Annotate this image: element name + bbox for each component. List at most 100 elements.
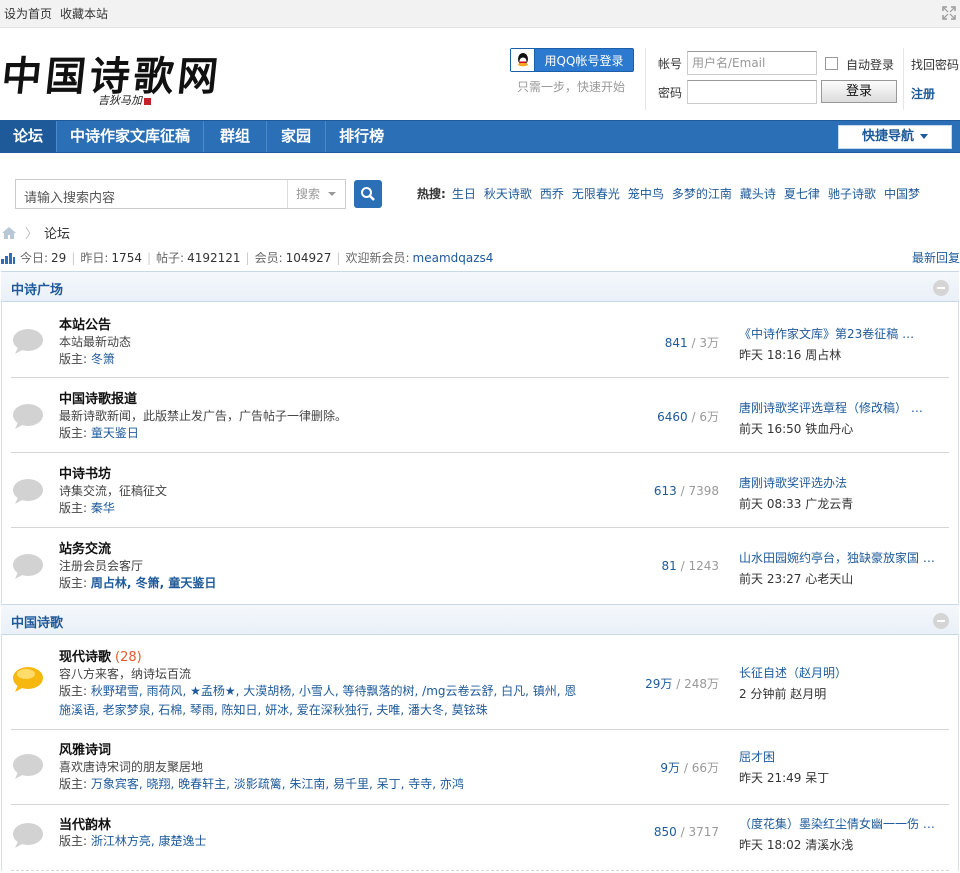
password-input[interactable] xyxy=(687,80,817,104)
section-header: 中诗广场 xyxy=(1,271,959,302)
breadcrumb: 〉 论坛 xyxy=(0,223,70,242)
last-post-link[interactable]: 唐刚诗歌奖评选章程（修改稿） … xyxy=(739,399,923,416)
login-button[interactable]: 登录 xyxy=(821,80,897,103)
new-member-link[interactable]: meamdqazs4 xyxy=(413,251,494,265)
search-button[interactable] xyxy=(354,180,382,208)
hot-search-item[interactable]: 多梦的江南 xyxy=(672,185,732,202)
chat-bubble-icon xyxy=(13,823,43,848)
section-title[interactable]: 中诗广场 xyxy=(11,279,63,298)
search-type-select[interactable]: 搜索 xyxy=(287,180,346,208)
forum-description: 容八方来客，纳诗坛百流 xyxy=(59,667,192,681)
hot-search: 热搜: 生日 秋天诗歌 西乔 无限春光 笼中鸟 多梦的江南 藏头诗 夏七律 驰子… xyxy=(417,185,928,202)
hot-search-item[interactable]: 生日 xyxy=(452,185,476,202)
last-post: 屈才困 昨天 21:49 呆丁 xyxy=(739,748,829,786)
forum-description: 注册会员会客厅 xyxy=(59,559,144,573)
forum-moderators: 版主: 童天鉴日 xyxy=(59,424,139,443)
latest-replies-link[interactable]: 最新回复 xyxy=(912,249,960,266)
hot-search-item[interactable]: 驰子诗歌 xyxy=(828,185,876,202)
moderator-label: 版主: xyxy=(59,501,88,515)
section-body: 本站公告 本站最新动态 版主: 冬箫 841 / 3万 《中诗作家文库》第23卷… xyxy=(1,302,959,603)
last-post-link[interactable]: 屈才困 xyxy=(739,748,829,765)
breadcrumb-current[interactable]: 论坛 xyxy=(44,223,70,242)
thread-count: 841 xyxy=(664,336,688,350)
hot-search-item[interactable]: 西乔 xyxy=(540,185,564,202)
moderator-label: 版主: xyxy=(59,777,88,791)
thread-count: 613 xyxy=(653,484,677,498)
posts-count: 4192121 xyxy=(187,250,241,265)
forum-section: 中诗广场 本站公告 本站最新动态 版主: 冬箫 841 / 3万 《中诗作家文库… xyxy=(1,271,959,603)
collapse-icon[interactable] xyxy=(933,613,949,629)
account-label: 帐号 xyxy=(658,57,683,71)
section-title[interactable]: 中国诗歌 xyxy=(11,612,63,631)
auto-login-label[interactable]: 自动登录 xyxy=(846,56,894,73)
hot-search-item[interactable]: 夏七律 xyxy=(784,185,820,202)
search-input[interactable]: 请输入搜索内容 xyxy=(24,187,115,206)
hot-search-item[interactable]: 藏头诗 xyxy=(740,185,776,202)
chevron-down-icon xyxy=(328,192,336,196)
quick-nav-button[interactable]: 快捷导航 xyxy=(838,125,952,149)
nav-call-for-papers[interactable]: 中诗作家文库征稿 xyxy=(57,121,205,152)
last-post-link[interactable]: 长征自述（赵月明） xyxy=(739,664,847,681)
forum-name[interactable]: 现代诗歌 (28) xyxy=(59,646,142,665)
forum-row: 当代韵林 版主: 浙江林方亮, 康楚逸士 850 / 3717 （度花集）墨染红… xyxy=(11,805,949,871)
last-post-link[interactable]: （度花集）墨染红尘倩女幽一一伤 … xyxy=(739,815,935,832)
moderator-links[interactable]: 浙江林方亮, 康楚逸士 xyxy=(91,834,207,848)
moderator-links[interactable]: 童天鉴日 xyxy=(91,426,139,440)
last-post: 《中诗作家文库》第23卷征稿 … 昨天 18:16 周占林 xyxy=(739,325,914,363)
expand-icon[interactable] xyxy=(942,6,956,20)
forum-name[interactable]: 中诗书坊 xyxy=(59,463,111,482)
chat-bubble-icon xyxy=(13,404,43,429)
forum-row: 站务交流 注册会员会客厅 版主: 周占林, 冬箫, 童天鉴日 81 / 1243… xyxy=(11,528,949,603)
divider: | xyxy=(245,250,250,265)
section-body: 现代诗歌 (28) 容八方来客，纳诗坛百流 版主: 秋野珺雪, 雨荷风, ★孟杨★… xyxy=(1,635,959,871)
chat-bubble-icon xyxy=(13,554,43,579)
nav-home[interactable]: 家园 xyxy=(267,121,327,152)
last-post: 长征自述（赵月明） 2 分钟前 赵月明 xyxy=(739,664,847,702)
search-box: 请输入搜索内容 搜索 xyxy=(15,179,346,209)
posts-label: 帖子: xyxy=(156,251,185,265)
account-input[interactable]: 用户名/Email xyxy=(687,51,817,75)
set-home-link[interactable]: 设为首页 xyxy=(4,5,52,22)
moderator-links[interactable]: 秋野珺雪, 雨荷风, ★孟杨★, 大漠胡杨, 小雪人, 等待飘落的树, /mg云… xyxy=(59,684,576,717)
bookmark-link[interactable]: 收藏本站 xyxy=(60,5,108,22)
last-post-link[interactable]: 唐刚诗歌奖评选办法 xyxy=(739,474,853,491)
forum-description: 喜欢唐诗宋词的朋友聚居地 xyxy=(59,760,204,774)
last-post-meta: 前天 23:27 心老天山 xyxy=(739,572,854,586)
forum-name[interactable]: 站务交流 xyxy=(59,538,111,557)
last-post-meta: 昨天 18:02 清溪水浅 xyxy=(739,838,854,852)
moderator-links[interactable]: 万象宾客, 晓翔, 晚春轩主, 淡影疏篱, 朱江南, 易千里, 呆丁, 寺寺, … xyxy=(91,777,464,791)
hot-search-item[interactable]: 无限春光 xyxy=(572,185,620,202)
main-nav: 论坛 中诗作家文库征稿 群组 家园 排行榜 快捷导航 xyxy=(0,120,960,153)
nav-groups[interactable]: 群组 xyxy=(204,121,268,152)
yesterday-count: 1754 xyxy=(111,250,142,265)
qq-login-button[interactable]: 用QQ帐号登录 xyxy=(510,48,634,72)
forum-name-text[interactable]: 现代诗歌 xyxy=(59,650,111,665)
last-post-link[interactable]: 《中诗作家文库》第23卷征稿 … xyxy=(739,325,914,342)
forum-description: 最新诗歌新闻，此版禁止发广告，广告帖子一律删除。 xyxy=(59,409,348,423)
forum-name[interactable]: 本站公告 xyxy=(59,314,111,333)
last-post: 山水田园婉约亭台，独缺豪放家国 … 前天 23:27 心老天山 xyxy=(739,549,935,587)
last-post: 唐刚诗歌奖评选章程（修改稿） … 前天 16:50 铁血丹心 xyxy=(739,399,923,437)
last-post: 唐刚诗歌奖评选办法 前天 08:33 广龙云青 xyxy=(739,474,853,512)
password-label: 密码 xyxy=(658,86,683,100)
nav-rankings[interactable]: 排行榜 xyxy=(326,121,397,152)
hot-search-item[interactable]: 秋天诗歌 xyxy=(484,185,532,202)
forum-name[interactable]: 当代韵林 xyxy=(59,814,111,833)
quick-nav-label: 快捷导航 xyxy=(861,129,914,144)
hot-search-item[interactable]: 笼中鸟 xyxy=(628,185,664,202)
moderator-links[interactable]: 周占林, 冬箫, 童天鉴日 xyxy=(91,576,216,590)
hot-search-item[interactable]: 中国梦 xyxy=(884,185,920,202)
moderator-links[interactable]: 秦华 xyxy=(91,501,115,515)
moderator-links[interactable]: 冬箫 xyxy=(91,352,115,366)
register-link[interactable]: 注册 xyxy=(911,85,935,102)
find-password-link[interactable]: 找回密码 xyxy=(911,56,959,73)
forum-name[interactable]: 中国诗歌报道 xyxy=(59,388,137,407)
forum-name[interactable]: 风雅诗词 xyxy=(59,739,111,758)
home-icon[interactable] xyxy=(1,226,17,240)
last-post-link[interactable]: 山水田园婉约亭台，独缺豪放家国 … xyxy=(739,549,935,566)
forum-row: 本站公告 本站最新动态 版主: 冬箫 841 / 3万 《中诗作家文库》第23卷… xyxy=(11,302,949,378)
collapse-icon[interactable] xyxy=(933,280,949,296)
nav-forum[interactable]: 论坛 xyxy=(0,121,58,152)
auto-login-checkbox[interactable] xyxy=(825,57,838,70)
qq-login-label: 用QQ帐号登录 xyxy=(544,53,624,68)
